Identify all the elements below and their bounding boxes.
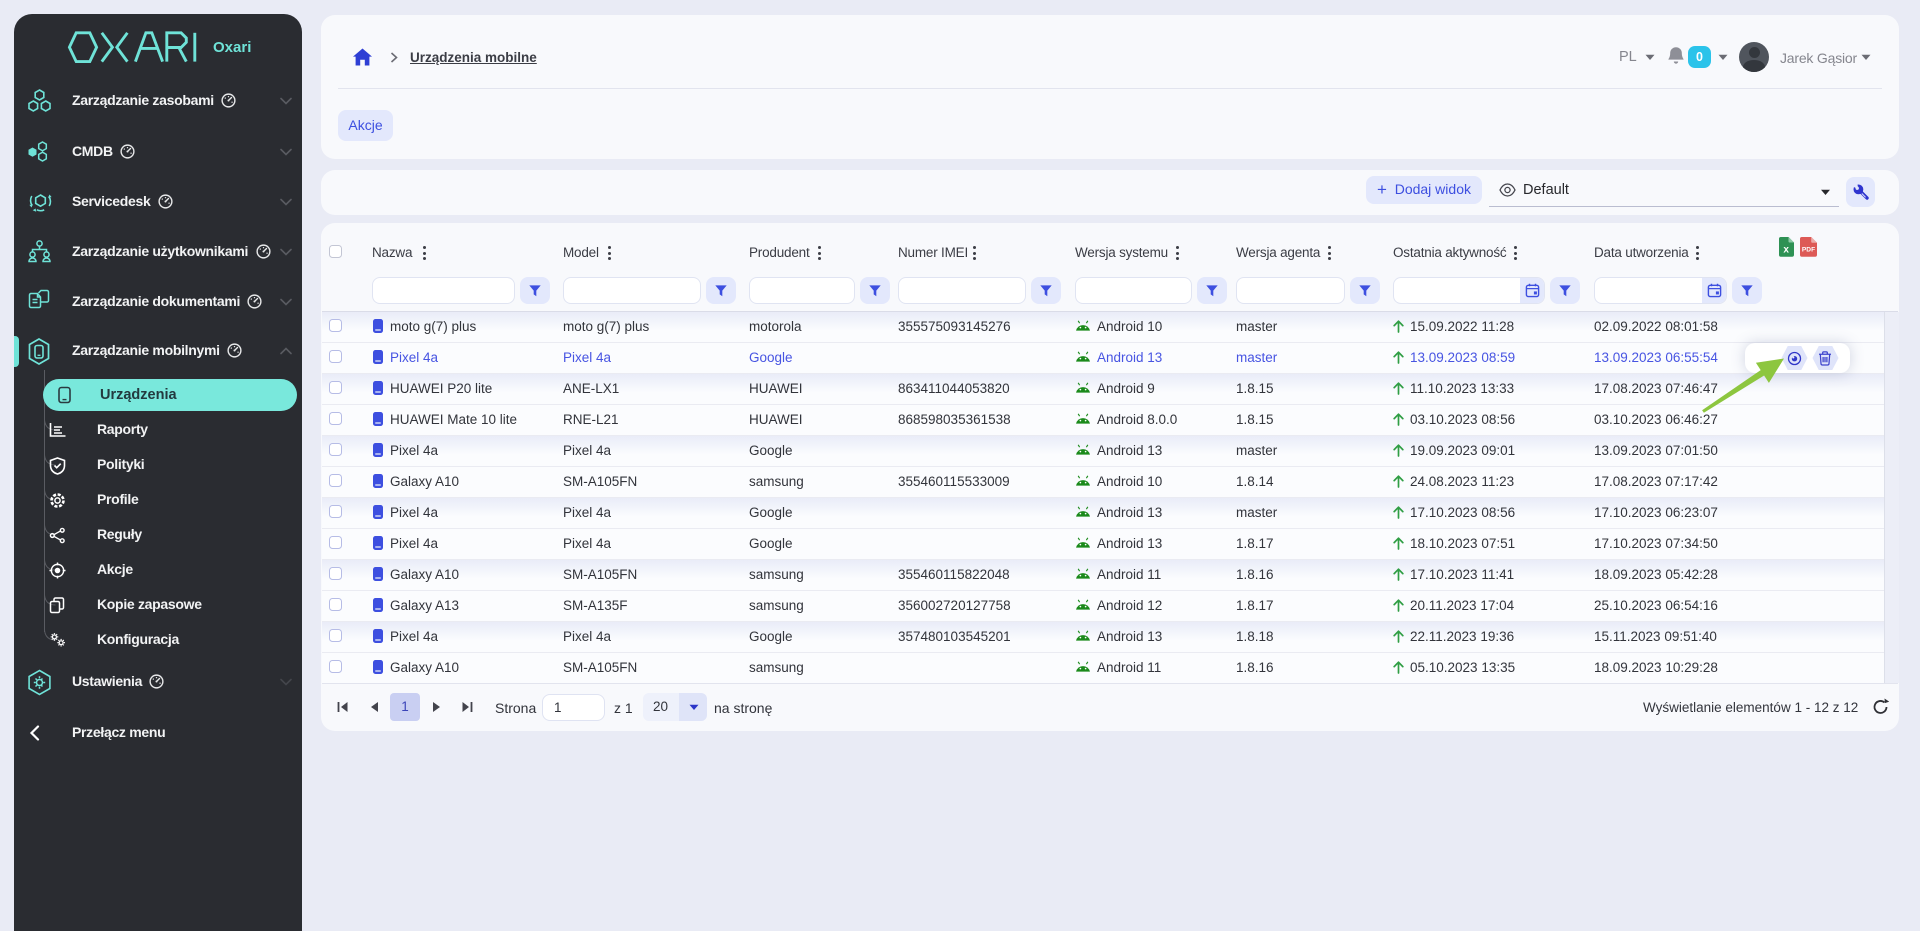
svg-text:PDF: PDF: [1802, 247, 1815, 254]
svg-text:x: x: [1783, 245, 1789, 256]
